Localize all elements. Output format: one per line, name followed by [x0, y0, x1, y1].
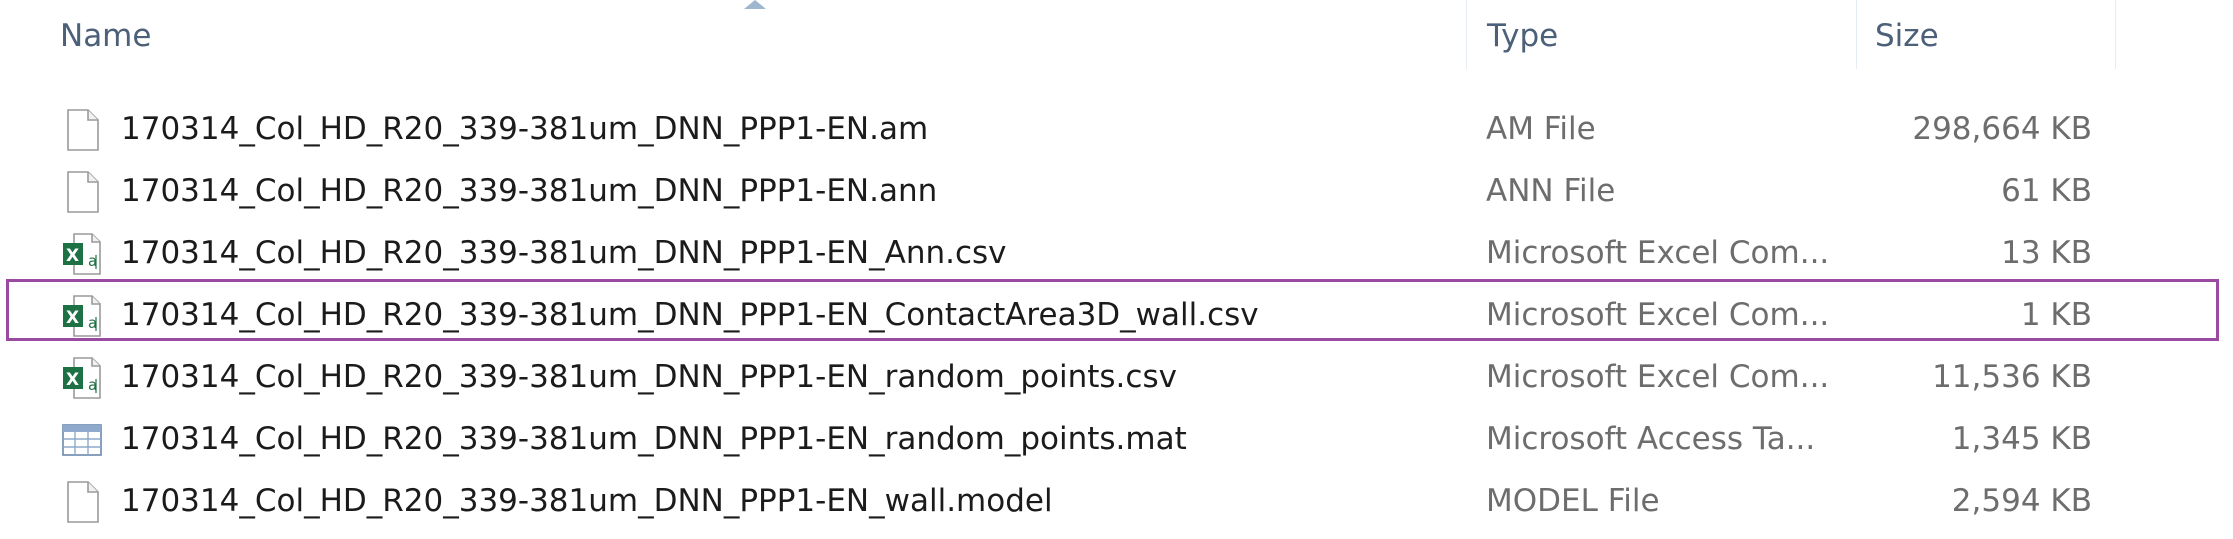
file-name: 170314_Col_HD_R20_339-381um_DNN_PPP1-EN_… — [121, 421, 1187, 457]
file-row[interactable]: 170314_Col_HD_R20_339-381um_DNN_PPP1-EN.… — [0, 160, 2233, 222]
access-table-icon — [62, 424, 102, 456]
file-name: 170314_Col_HD_R20_339-381um_DNN_PPP1-EN.… — [121, 111, 929, 147]
sort-indicator-icon — [744, 0, 766, 9]
file-name: 170314_Col_HD_R20_339-381um_DNN_PPP1-EN_… — [121, 235, 1007, 271]
file-row[interactable]: 170314_Col_HD_R20_339-381um_DNN_PPP1-EN_… — [0, 346, 2233, 408]
file-size: 13 KB — [2001, 235, 2092, 271]
file-type: MODEL File — [1486, 483, 1660, 519]
column-divider[interactable] — [1856, 0, 1857, 69]
file-row[interactable]: 170314_Col_HD_R20_339-381um_DNN_PPP1-EN_… — [0, 470, 2233, 532]
file-type: ANN File — [1486, 173, 1616, 209]
file-type: Microsoft Excel Com... — [1486, 235, 1830, 271]
generic-file-icon — [67, 171, 99, 213]
column-header-size[interactable]: Size — [1875, 0, 1939, 69]
file-size: 298,664 KB — [1912, 111, 2092, 147]
column-divider[interactable] — [2115, 0, 2116, 69]
generic-file-icon — [67, 481, 99, 523]
file-name: 170314_Col_HD_R20_339-381um_DNN_PPP1-EN.… — [121, 173, 938, 209]
file-row[interactable]: 170314_Col_HD_R20_339-381um_DNN_PPP1-EN_… — [0, 222, 2233, 284]
column-header-bar: Name Type Size — [0, 0, 2233, 69]
excel-csv-icon — [62, 233, 101, 275]
file-type: AM File — [1486, 111, 1596, 147]
generic-file-icon — [67, 109, 99, 151]
file-name: 170314_Col_HD_R20_339-381um_DNN_PPP1-EN_… — [121, 297, 1259, 333]
excel-csv-icon — [62, 295, 101, 337]
file-name: 170314_Col_HD_R20_339-381um_DNN_PPP1-EN_… — [121, 359, 1177, 395]
file-list: 170314_Col_HD_R20_339-381um_DNN_PPP1-EN.… — [0, 98, 2233, 532]
column-header-type[interactable]: Type — [1487, 0, 1558, 69]
file-size: 1 KB — [2020, 297, 2092, 333]
file-type: Microsoft Excel Com... — [1486, 359, 1830, 395]
file-size: 1,345 KB — [1951, 421, 2092, 457]
file-type: Microsoft Access Ta... — [1486, 421, 1816, 457]
column-header-name[interactable]: Name — [60, 0, 151, 69]
excel-csv-icon — [62, 357, 101, 399]
file-type: Microsoft Excel Com... — [1486, 297, 1830, 333]
file-size: 11,536 KB — [1932, 359, 2092, 395]
file-size: 2,594 KB — [1951, 483, 2092, 519]
file-size: 61 KB — [2001, 173, 2092, 209]
column-divider[interactable] — [1466, 0, 1467, 69]
file-name: 170314_Col_HD_R20_339-381um_DNN_PPP1-EN_… — [121, 483, 1053, 519]
file-row[interactable]: 170314_Col_HD_R20_339-381um_DNN_PPP1-EN_… — [0, 408, 2233, 470]
file-row-highlighted[interactable]: 170314_Col_HD_R20_339-381um_DNN_PPP1-EN_… — [0, 284, 2233, 346]
file-row[interactable]: 170314_Col_HD_R20_339-381um_DNN_PPP1-EN.… — [0, 98, 2233, 160]
